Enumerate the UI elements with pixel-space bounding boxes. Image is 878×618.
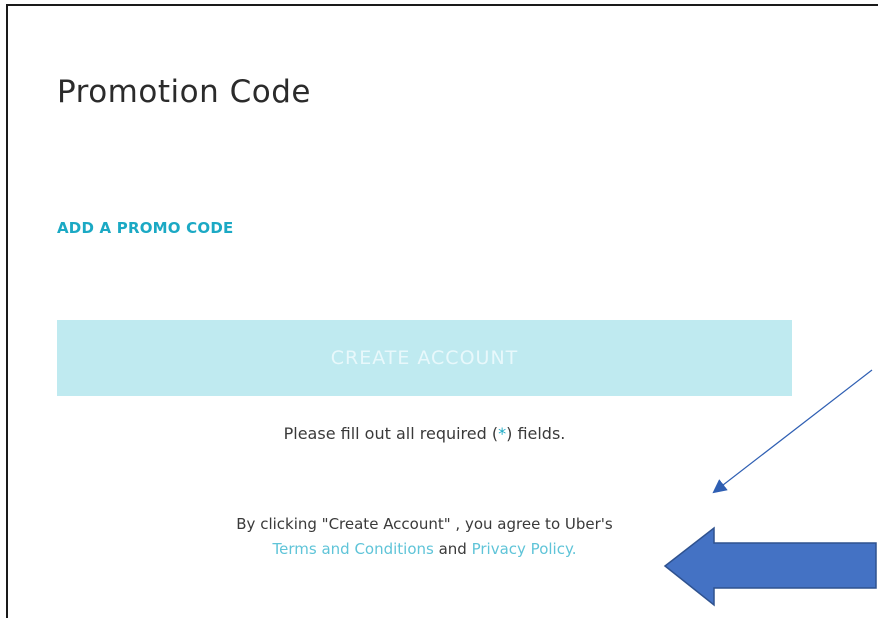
required-prefix: Please fill out all required (	[283, 424, 499, 443]
legal-line-1: By clicking "Create Account" , you agree…	[236, 515, 613, 533]
legal-line-2: Terms and Conditions and Privacy Policy.	[57, 537, 792, 562]
create-account-button[interactable]: CREATE ACCOUNT	[57, 320, 792, 396]
legal-and: and	[433, 540, 472, 558]
legal-notice: By clicking "Create Account" , you agree…	[57, 512, 792, 562]
required-suffix: ) fields.	[506, 424, 566, 443]
required-star: *	[498, 424, 507, 443]
privacy-policy-link[interactable]: Privacy Policy	[472, 540, 572, 558]
section-title: Promotion Code	[57, 74, 311, 110]
required-fields-message: Please fill out all required (*) fields.	[57, 424, 792, 443]
privacy-period: .	[571, 540, 577, 558]
terms-link[interactable]: Terms and Conditions	[273, 540, 434, 558]
add-promo-code-link[interactable]: ADD A PROMO CODE	[57, 219, 233, 237]
